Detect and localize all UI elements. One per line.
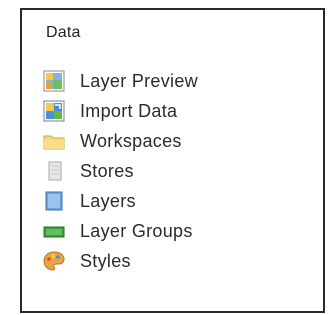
menu-item-label: Layer Preview bbox=[80, 70, 198, 91]
menu-item-label: Stores bbox=[80, 160, 134, 181]
menu-item-label: Layers bbox=[80, 190, 136, 211]
layer-icon bbox=[43, 190, 65, 212]
folder-icon bbox=[43, 130, 65, 152]
menu-item-label: Layer Groups bbox=[80, 220, 193, 241]
menu-item-layer-groups[interactable]: Layer Groups bbox=[43, 216, 198, 246]
menu-item-styles[interactable]: Styles bbox=[43, 246, 198, 276]
palette-icon bbox=[43, 250, 65, 272]
menu-item-layers[interactable]: Layers bbox=[43, 186, 198, 216]
menu-item-label: Import Data bbox=[80, 100, 178, 121]
data-panel: Data Layer Preview Import Data Workspace… bbox=[20, 8, 325, 313]
import-data-icon bbox=[43, 100, 65, 122]
layer-group-icon bbox=[43, 220, 65, 242]
menu-item-import-data[interactable]: Import Data bbox=[43, 96, 198, 126]
layer-preview-icon bbox=[43, 70, 65, 92]
data-menu: Layer Preview Import Data Workspaces Sto… bbox=[43, 66, 198, 276]
menu-item-stores[interactable]: Stores bbox=[43, 156, 198, 186]
database-icon bbox=[43, 160, 65, 182]
section-heading: Data bbox=[46, 24, 81, 41]
menu-item-label: Styles bbox=[80, 250, 131, 271]
menu-item-label: Workspaces bbox=[80, 130, 182, 151]
menu-item-layer-preview[interactable]: Layer Preview bbox=[43, 66, 198, 96]
menu-item-workspaces[interactable]: Workspaces bbox=[43, 126, 198, 156]
